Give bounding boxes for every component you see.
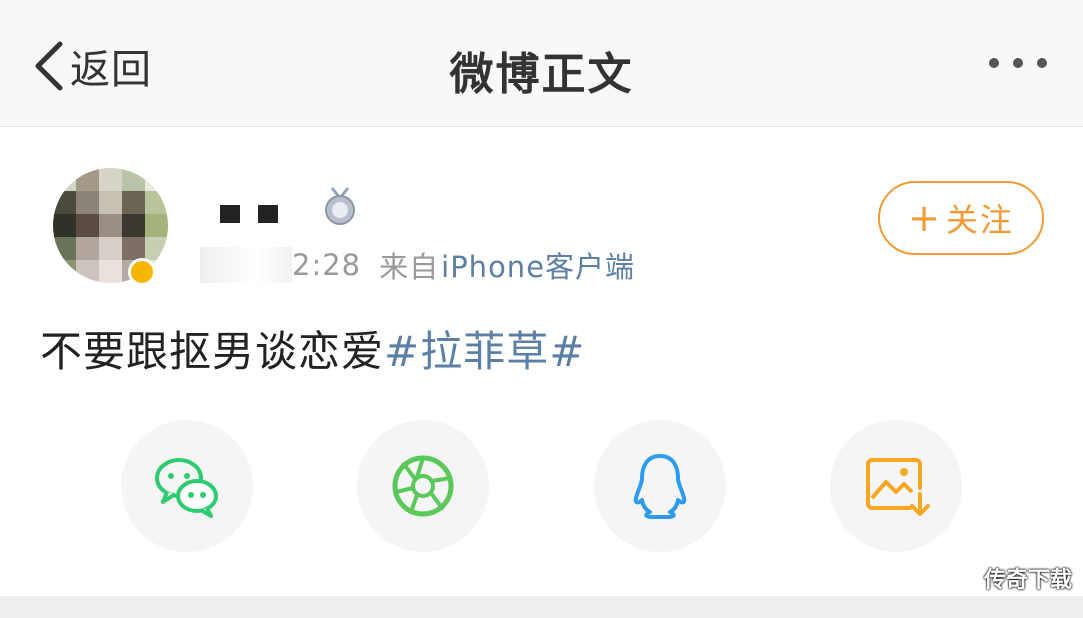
source-link[interactable]: iPhone客户端 [441, 244, 635, 286]
moments-icon [392, 455, 454, 517]
follow-label: 关注 [945, 201, 1014, 239]
qq-icon [633, 454, 687, 519]
source-prefix: 来自 [379, 250, 440, 284]
masked-date [200, 247, 292, 283]
plus-icon: + [908, 196, 942, 240]
medal-icon [325, 187, 355, 225]
bottom-divider [0, 596, 1083, 618]
share-qq-button[interactable] [594, 420, 726, 552]
share-moments-button[interactable] [357, 420, 489, 552]
post-meta: 2:28 来自 iPhone客户端 [200, 244, 635, 286]
wechat-icon [155, 458, 218, 518]
watermark: 传奇下载 [984, 568, 1073, 593]
username-masked[interactable] [220, 205, 296, 223]
post-text: 不要跟抠男谈恋爱#拉菲草# [40, 318, 585, 379]
post-time: 2:28 [292, 248, 362, 282]
follow-button[interactable]: + 关注 [878, 181, 1044, 255]
top-nav-bar: 返回 微博正文 [0, 0, 1083, 127]
share-wechat-button[interactable] [121, 420, 253, 552]
page-title: 微博正文 [449, 49, 634, 100]
more-dots-icon[interactable] [989, 58, 1047, 68]
vip-badge-icon [128, 258, 156, 286]
share-save-image-button[interactable] [830, 420, 962, 552]
post-body: 不要跟抠男谈恋爱 [40, 327, 385, 376]
hashtag-link[interactable]: #拉菲草# [384, 327, 585, 376]
save-image-icon [866, 458, 930, 516]
